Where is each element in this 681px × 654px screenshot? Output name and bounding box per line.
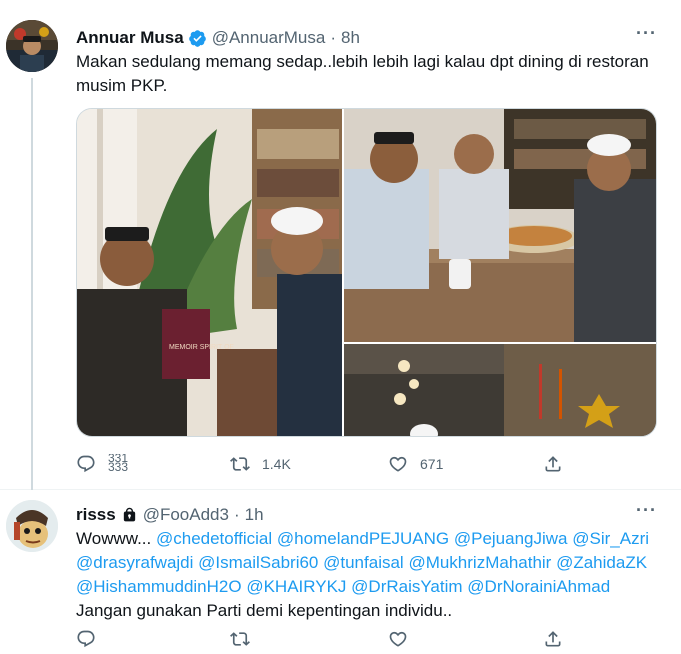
handle[interactable]: @AnnuarMusa xyxy=(212,27,326,49)
book-cover-title: MEMOIR SPIRIT OF xyxy=(169,344,234,351)
mention-link[interactable]: @Sir_Azri xyxy=(572,529,649,548)
mention-link[interactable]: @DrNorainiAhmad xyxy=(467,577,610,596)
like-icon xyxy=(389,456,407,472)
timestamp[interactable]: 8h xyxy=(341,27,360,49)
mention-link[interactable]: @HishammuddinH2O xyxy=(76,577,242,596)
thread-connector-line xyxy=(31,78,33,490)
reply-icon xyxy=(77,455,95,473)
tweet1-text: Makan sedulang memang sedap..lebih lebih… xyxy=(76,50,666,98)
avatar-risss[interactable] xyxy=(6,500,58,552)
share-icon xyxy=(545,631,561,647)
tweet1-text-line2: musim PKP. xyxy=(76,76,168,95)
mention-link[interactable]: @chedetofficial xyxy=(156,529,272,548)
lock-icon xyxy=(121,506,138,524)
mention-link[interactable]: @drasyrafwajdi xyxy=(76,553,193,572)
tweet2-text-line1: Wowww... @chedetofficial @homelandPEJUAN… xyxy=(76,527,666,551)
tweet2-text-line4: Jangan gunakan Parti demi kepentingan in… xyxy=(76,601,453,620)
share-button[interactable] xyxy=(543,454,563,474)
display-name[interactable]: Annuar Musa xyxy=(76,27,184,49)
tweet1-media-grid[interactable]: MEMOIR SPIRIT OF xyxy=(76,108,657,437)
photo-dining-table[interactable] xyxy=(344,109,656,342)
tweet-risss[interactable]: risss @FooAdd3 · 1h ··· Wowww... @chedet… xyxy=(0,490,681,654)
like-icon xyxy=(389,631,407,647)
mention-link[interactable]: @PejuangJiwa xyxy=(454,529,568,548)
tweet2-text-line2: @drasyrafwajdi @IsmailSabri60 @tunfaisal… xyxy=(76,551,666,575)
handle[interactable]: @FooAdd3 xyxy=(143,504,229,526)
reply-button[interactable] xyxy=(76,629,96,649)
timestamp[interactable]: 1h xyxy=(245,504,264,526)
share-icon xyxy=(545,456,561,472)
tweet2-text: Wowww... @chedetofficial @homelandPEJUAN… xyxy=(76,527,666,623)
retweet-button[interactable]: 1.4K xyxy=(230,454,291,474)
more-icon[interactable]: ··· xyxy=(636,23,657,44)
more-icon[interactable]: ··· xyxy=(636,500,657,521)
display-name[interactable]: risss xyxy=(76,504,116,526)
like-button[interactable]: 671 xyxy=(388,454,443,474)
reply-count-next: 333 xyxy=(108,460,129,474)
share-button[interactable] xyxy=(543,629,563,649)
retweet-icon xyxy=(230,632,250,646)
tweet-annuar-musa[interactable]: Annuar Musa @AnnuarMusa · 8h ··· Makan s… xyxy=(0,0,681,490)
separator-dot: · xyxy=(330,28,337,47)
reply-button[interactable]: 331 333 xyxy=(76,454,128,474)
mention-link[interactable]: @tunfaisal xyxy=(323,553,404,572)
like-count: 671 xyxy=(420,456,444,472)
reply-count: 331 333 xyxy=(108,454,128,474)
mention-link[interactable]: @homelandPEJUANG xyxy=(277,529,449,548)
avatar-annuar-musa[interactable] xyxy=(6,20,58,72)
mention-link[interactable]: @ZahidaZK xyxy=(556,553,647,572)
mention-link[interactable]: @MukhrizMahathir xyxy=(408,553,551,572)
mention-link[interactable]: @DrRaisYatim xyxy=(351,577,462,596)
mention-link[interactable]: @IsmailSabri60 xyxy=(198,553,318,572)
reply-icon xyxy=(77,630,95,648)
tweet2-lead: Wowww... xyxy=(76,529,156,548)
like-button[interactable] xyxy=(388,629,408,649)
retweet-count: 1.4K xyxy=(262,456,291,472)
tweet2-action-bar xyxy=(76,624,576,654)
mention-link[interactable]: @KHAIRYKJ xyxy=(246,577,346,596)
tweet1-action-bar: 331 333 1.4K 671 xyxy=(76,449,576,479)
photo-book-handover[interactable]: MEMOIR SPIRIT OF xyxy=(77,109,342,436)
retweet-icon xyxy=(230,457,250,471)
tweet2-header: risss @FooAdd3 · 1h xyxy=(76,504,264,526)
verified-badge-icon xyxy=(188,29,207,48)
separator-dot: · xyxy=(233,505,240,524)
tweet1-text-line1: Makan sedulang memang sedap..lebih lebih… xyxy=(76,52,649,71)
retweet-button[interactable] xyxy=(230,629,250,649)
tweet2-text-line3: @HishammuddinH2O @KHAIRYKJ @DrRaisYatim … xyxy=(76,575,666,599)
photo-restaurant-interior[interactable] xyxy=(344,342,656,436)
tweet1-header: Annuar Musa @AnnuarMusa · 8h xyxy=(76,27,360,49)
